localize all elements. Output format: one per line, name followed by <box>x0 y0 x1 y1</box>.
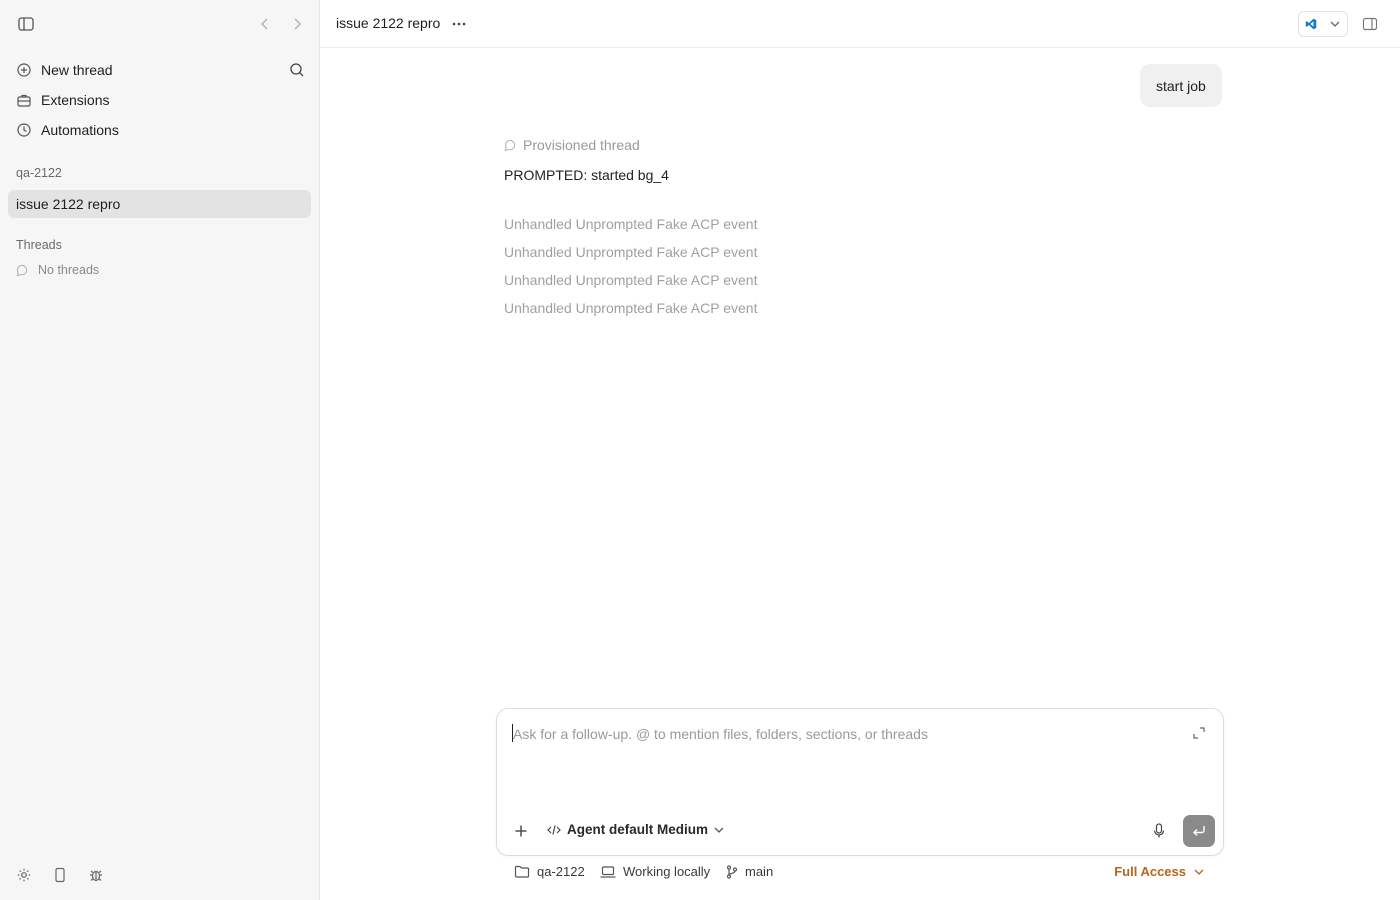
microphone-icon[interactable] <box>1149 821 1169 841</box>
return-arrow-icon <box>1193 826 1205 836</box>
git-branch-icon <box>726 864 738 879</box>
settings-gear-icon[interactable] <box>16 867 32 883</box>
access-level-select[interactable]: Full Access <box>1114 864 1204 879</box>
event-item: Unhandled Unprompted Fake ACP event <box>504 244 758 260</box>
chat-bubble-icon <box>16 264 28 276</box>
provisioned-status: Provisioned thread <box>504 137 640 153</box>
mobile-device-icon[interactable] <box>53 867 67 883</box>
automations-label: Automations <box>41 122 119 138</box>
no-threads-item: No threads <box>16 263 99 277</box>
assistant-message: PROMPTED: started bg_4 <box>504 167 669 183</box>
chevron-down-icon[interactable] <box>1323 12 1347 36</box>
threads-section-label: Threads <box>16 238 62 252</box>
side-panel-toggle-icon[interactable] <box>1360 14 1380 34</box>
automations-button[interactable]: Automations <box>8 115 312 145</box>
chat-bubble-icon <box>504 139 516 151</box>
vscode-icon[interactable] <box>1299 12 1323 36</box>
environment-selector[interactable]: Working locally <box>600 864 710 879</box>
page-title: issue 2122 repro <box>336 15 441 31</box>
clock-icon <box>17 123 31 137</box>
open-in-editor-button[interactable] <box>1298 11 1348 37</box>
laptop-icon <box>600 865 616 878</box>
branch-label: main <box>745 864 774 879</box>
folder-icon <box>514 865 530 878</box>
sidebar-bottom-bar <box>0 852 320 900</box>
new-thread-button[interactable]: New thread <box>8 55 312 85</box>
chevron-down-icon <box>1194 869 1204 875</box>
extensions-button[interactable]: Extensions <box>8 85 312 115</box>
event-item: Unhandled Unprompted Fake ACP event <box>504 272 758 288</box>
extensions-label: Extensions <box>41 92 110 108</box>
status-bar: qa-2122 Working locally main Full Access <box>496 862 1224 884</box>
expand-icon[interactable] <box>1191 725 1207 741</box>
project-section-label: qa-2122 <box>16 166 62 180</box>
plus-circle-icon <box>17 63 31 77</box>
agent-mode-label: Agent default Medium <box>567 822 708 837</box>
sidebar-toggle-icon[interactable] <box>17 15 35 33</box>
search-icon[interactable] <box>288 61 306 79</box>
project-selector[interactable]: qa-2122 <box>514 864 585 879</box>
more-options-icon[interactable] <box>450 14 468 34</box>
sidebar-nav: New thread Extensions Automations <box>8 55 312 145</box>
new-thread-label: New thread <box>41 62 113 78</box>
event-list: Unhandled Unprompted Fake ACP event Unha… <box>504 210 757 322</box>
forward-arrow-icon[interactable] <box>290 16 304 32</box>
sidebar: New thread Extensions Automations qa-212… <box>0 0 320 900</box>
bug-icon[interactable] <box>88 867 104 883</box>
sidebar-item-issue-2122-repro[interactable]: issue 2122 repro <box>8 190 311 218</box>
provisioned-label: Provisioned thread <box>523 137 640 153</box>
code-icon <box>547 824 561 835</box>
branch-selector[interactable]: main <box>726 864 773 879</box>
event-item: Unhandled Unprompted Fake ACP event <box>504 300 758 316</box>
project-label: qa-2122 <box>537 864 585 879</box>
add-attachment-icon[interactable] <box>511 821 531 841</box>
no-threads-label: No threads <box>38 263 100 277</box>
follow-up-input[interactable] <box>513 723 1173 745</box>
event-item: Unhandled Unprompted Fake ACP event <box>504 216 758 232</box>
send-button[interactable] <box>1183 815 1215 847</box>
environment-label: Working locally <box>623 864 711 879</box>
toolbox-icon <box>17 94 31 107</box>
sidebar-top-bar <box>0 0 320 48</box>
text-caret <box>512 724 513 742</box>
access-level-label: Full Access <box>1114 864 1186 879</box>
back-arrow-icon[interactable] <box>258 16 272 32</box>
chevron-down-icon <box>714 827 724 833</box>
composer: Agent default Medium <box>496 708 1224 856</box>
user-message-bubble: start job <box>1140 64 1222 107</box>
main-header: issue 2122 repro <box>320 0 1400 48</box>
agent-mode-select[interactable]: Agent default Medium <box>547 822 724 837</box>
